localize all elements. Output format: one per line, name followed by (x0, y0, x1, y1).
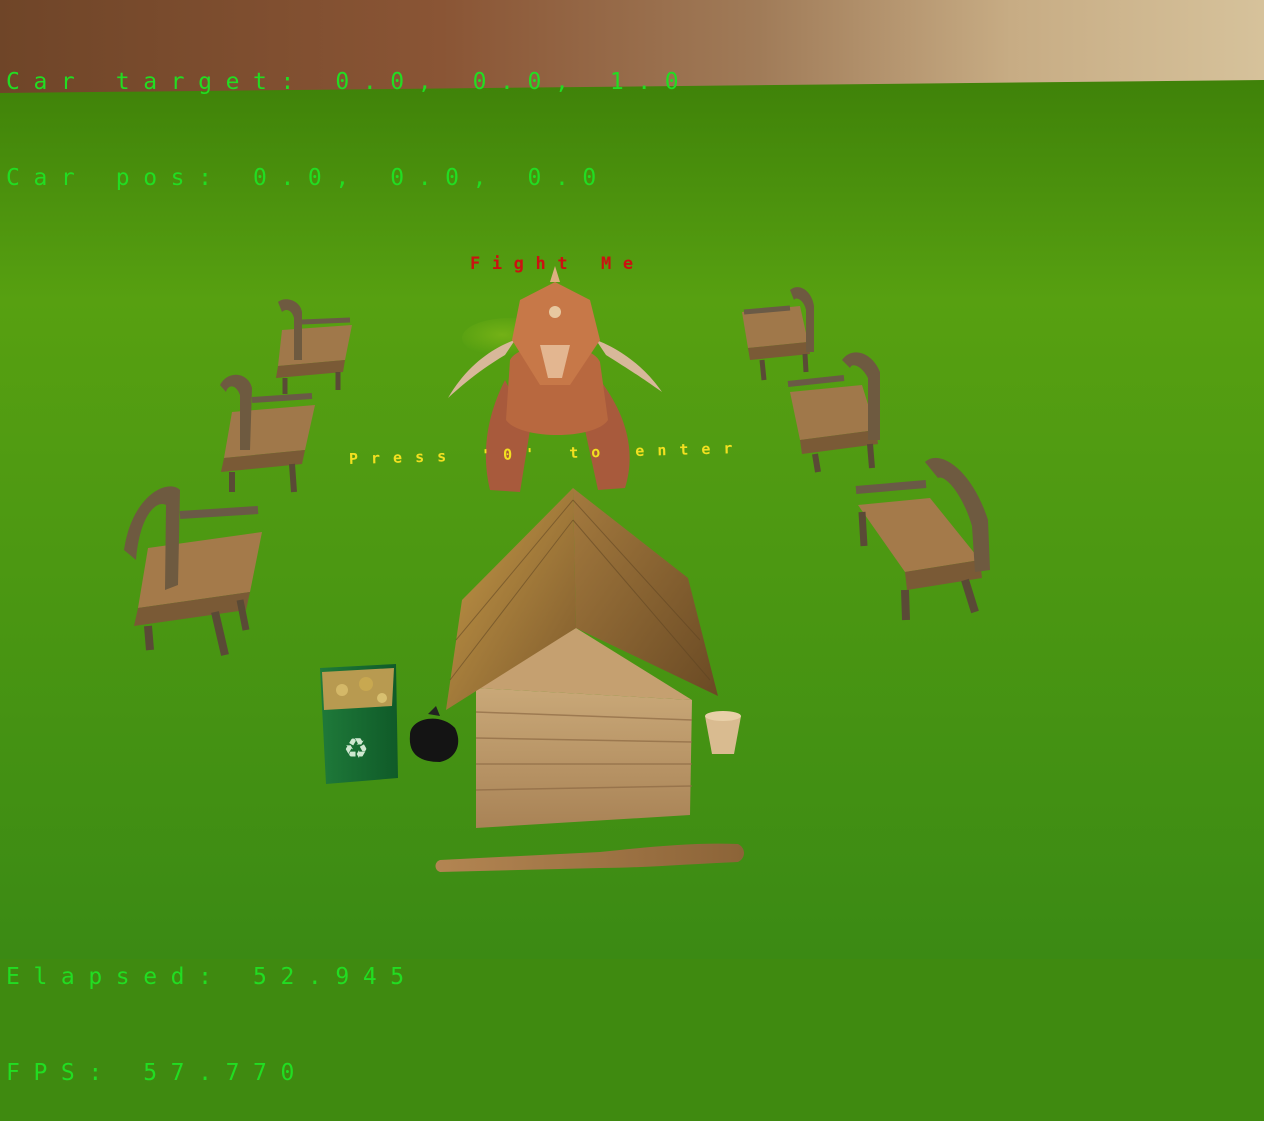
enemy-label: Fight Me (470, 254, 645, 274)
recycle-icon: ♻ (343, 732, 368, 765)
fps-readout: FPS: 57.770 (6, 1060, 308, 1086)
car-pos-readout: Car pos: 0.0, 0.0, 0.0 (6, 165, 610, 191)
recycle-bin[interactable]: ♻ (320, 664, 398, 784)
hud-top: Car target: 0.0, 0.0, 1.0 Car pos: 0.0, … (6, 2, 692, 226)
car-target-readout: Car target: 0.0, 0.0, 1.0 (6, 69, 693, 95)
hud-bottom: Elapsed: 52.945 FPS: 57.770 (6, 897, 418, 1121)
elapsed-readout: Elapsed: 52.945 (6, 964, 418, 990)
